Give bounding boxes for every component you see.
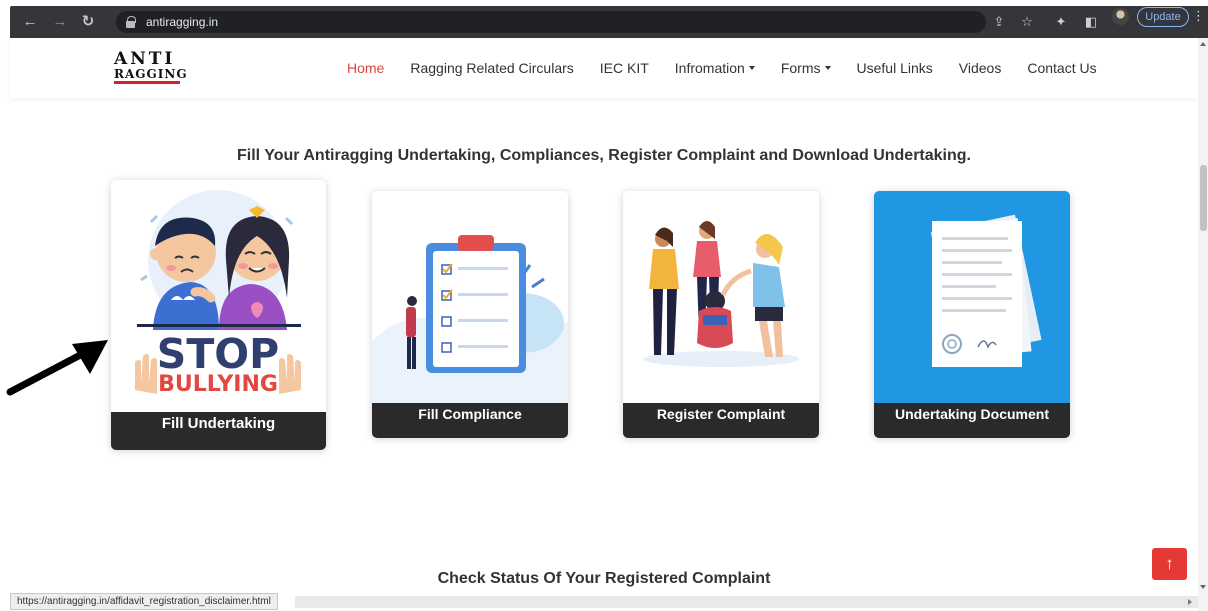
nav-item-information[interactable]: Infromation bbox=[675, 58, 755, 78]
address-bar[interactable]: antiragging.in bbox=[116, 11, 986, 33]
scroll-down-icon[interactable] bbox=[1200, 585, 1206, 589]
complaint-illustration bbox=[623, 191, 819, 403]
nav-item-contact-us[interactable]: Contact Us bbox=[1027, 58, 1096, 78]
extensions-icon[interactable]: ✦ bbox=[1052, 13, 1070, 31]
card-label-fill-compliance: Fill Compliance bbox=[372, 403, 568, 438]
address-url: antiragging.in bbox=[146, 15, 219, 29]
card-undertaking-document[interactable]: Undertaking Document bbox=[874, 191, 1070, 438]
scrollbar-thumb[interactable] bbox=[1200, 165, 1207, 231]
reload-icon[interactable]: ↻ bbox=[78, 12, 98, 32]
site-header: ANTI RAGGING Home Ragging Related Circul… bbox=[10, 38, 1198, 98]
bookmark-star-icon[interactable]: ☆ bbox=[1018, 13, 1036, 31]
caret-down-icon bbox=[748, 66, 755, 70]
nav-item-videos[interactable]: Videos bbox=[959, 58, 1002, 78]
pointer-arrow-icon bbox=[6, 340, 108, 396]
back-icon[interactable]: ← bbox=[20, 12, 40, 32]
profile-avatar[interactable] bbox=[1112, 8, 1129, 25]
document-illustration bbox=[874, 191, 1070, 403]
site-logo[interactable]: ANTI RAGGING bbox=[114, 49, 187, 88]
side-panel-icon[interactable]: ◧ bbox=[1082, 13, 1100, 31]
compliance-checklist-illustration bbox=[372, 191, 568, 403]
stop-bullying-illustration: STOP BULLYING bbox=[111, 180, 326, 412]
nav-item-forms-label: Forms bbox=[780, 60, 821, 76]
scroll-to-top-button[interactable]: ↑ bbox=[1152, 548, 1187, 580]
vertical-scrollbar[interactable] bbox=[1198, 38, 1208, 611]
card-register-complaint[interactable]: Register Complaint bbox=[623, 191, 819, 438]
caret-down-icon bbox=[824, 66, 831, 70]
check-status-heading: Check Status Of Your Registered Complain… bbox=[437, 570, 771, 587]
section-headline: Fill Your Antiragging Undertaking, Compl… bbox=[237, 147, 971, 164]
nav-item-forms[interactable]: Forms bbox=[781, 58, 831, 78]
card-label-fill-undertaking: Fill Undertaking bbox=[111, 412, 326, 450]
nav-item-circulars[interactable]: Ragging Related Circulars bbox=[410, 58, 573, 78]
scroll-right-icon[interactable] bbox=[1188, 599, 1192, 605]
nav-item-home[interactable]: Home bbox=[347, 58, 384, 78]
logo-line1: ANTI bbox=[114, 49, 176, 69]
poster-line1: STOP bbox=[157, 330, 279, 378]
card-fill-undertaking[interactable]: STOP BULLYING Fill Undertaking bbox=[111, 180, 326, 450]
browser-chrome: ← → ↻ antiragging.in ⇪ ☆ ✦ ◧ Update ⋮ bbox=[0, 0, 1208, 38]
arrow-up-icon: ↑ bbox=[1165, 554, 1174, 573]
page: ← → ↻ antiragging.in ⇪ ☆ ✦ ◧ Update ⋮ AN… bbox=[0, 0, 1208, 611]
share-icon[interactable]: ⇪ bbox=[990, 13, 1008, 31]
scroll-up-icon[interactable] bbox=[1200, 42, 1206, 46]
main-nav: Home Ragging Related Circulars IEC KIT I… bbox=[347, 58, 1123, 78]
update-button[interactable]: Update bbox=[1137, 7, 1189, 27]
lock-icon bbox=[126, 16, 136, 28]
nav-item-iec-kit[interactable]: IEC KIT bbox=[600, 58, 649, 78]
poster-line2: BULLYING bbox=[158, 372, 278, 397]
status-bar-url: https://antiragging.in/affidavit_registr… bbox=[10, 593, 278, 610]
browser-menu-icon[interactable]: ⋮ bbox=[1192, 7, 1205, 25]
nav-item-information-label: Infromation bbox=[674, 60, 745, 76]
horizontal-scrollbar[interactable] bbox=[295, 596, 1198, 608]
browser-toolbar: ← → ↻ antiragging.in ⇪ ☆ ✦ ◧ bbox=[10, 6, 1208, 38]
card-fill-compliance[interactable]: Fill Compliance bbox=[372, 191, 568, 438]
card-label-register-complaint: Register Complaint bbox=[623, 403, 819, 438]
nav-item-useful-links[interactable]: Useful Links bbox=[857, 58, 933, 78]
logo-line2: RAGGING bbox=[114, 68, 187, 84]
forward-icon[interactable]: → bbox=[50, 12, 70, 32]
card-label-undertaking-document: Undertaking Document bbox=[874, 403, 1070, 438]
